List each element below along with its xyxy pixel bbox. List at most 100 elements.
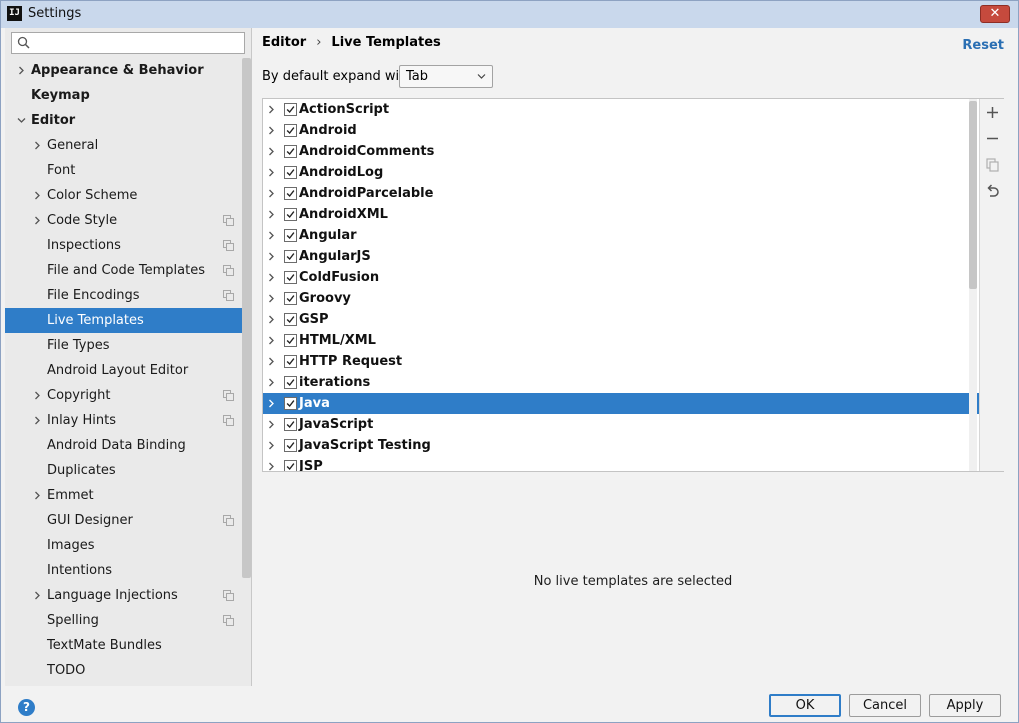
chevron-right-icon[interactable] — [267, 231, 276, 240]
template-group-checkbox[interactable] — [284, 145, 297, 158]
chevron-right-icon[interactable] — [267, 105, 276, 114]
chevron-right-icon[interactable] — [267, 357, 276, 366]
settings-search-input[interactable] — [11, 32, 245, 54]
ok-button[interactable]: OK — [769, 694, 841, 717]
template-group-row[interactable]: AndroidComments — [263, 141, 979, 162]
chevron-right-icon[interactable] — [267, 378, 276, 387]
add-icon[interactable] — [984, 104, 1001, 121]
templates-scrollbar[interactable] — [969, 101, 977, 289]
tree-item[interactable]: File Types — [5, 333, 251, 358]
template-group-checkbox[interactable] — [284, 208, 297, 221]
tree-item[interactable]: Live Templates — [5, 308, 251, 333]
tree-item[interactable]: TODO — [5, 658, 251, 683]
tree-item[interactable]: Inlay Hints — [5, 408, 251, 433]
template-group-row[interactable]: JavaScript Testing — [263, 435, 979, 456]
tree-item[interactable]: File and Code Templates — [5, 258, 251, 283]
template-group-checkbox[interactable] — [284, 397, 297, 410]
template-group-checkbox[interactable] — [284, 124, 297, 137]
template-group-checkbox[interactable] — [284, 334, 297, 347]
sidebar-scrollbar[interactable] — [242, 58, 251, 578]
tree-item[interactable]: Appearance & Behavior — [5, 58, 251, 83]
tree-item[interactable]: File Encodings — [5, 283, 251, 308]
template-group-row[interactable]: Android — [263, 120, 979, 141]
template-group-checkbox[interactable] — [284, 166, 297, 179]
tree-item[interactable]: GUI Designer — [5, 508, 251, 533]
chevron-right-icon[interactable] — [33, 416, 42, 425]
tree-item[interactable]: Font — [5, 158, 251, 183]
chevron-right-icon[interactable] — [33, 141, 42, 150]
tree-item[interactable]: Language Injections — [5, 583, 251, 608]
help-icon[interactable]: ? — [18, 699, 35, 716]
chevron-right-icon[interactable] — [267, 441, 276, 450]
tree-item[interactable]: Color Scheme — [5, 183, 251, 208]
template-group-row[interactable]: AndroidParcelable — [263, 183, 979, 204]
template-group-row[interactable]: GSP — [263, 309, 979, 330]
template-group-checkbox[interactable] — [284, 313, 297, 326]
template-group-checkbox[interactable] — [284, 439, 297, 452]
template-group-row[interactable]: Angular — [263, 225, 979, 246]
chevron-right-icon[interactable] — [33, 391, 42, 400]
remove-icon[interactable] — [984, 130, 1001, 147]
chevron-right-icon[interactable] — [33, 191, 42, 200]
chevron-down-icon[interactable] — [17, 116, 26, 125]
template-group-checkbox[interactable] — [284, 229, 297, 242]
template-group-row[interactable]: AngularJS — [263, 246, 979, 267]
tree-item[interactable]: Emmet — [5, 483, 251, 508]
tree-item[interactable]: Inspections — [5, 233, 251, 258]
template-group-checkbox[interactable] — [284, 103, 297, 116]
template-group-row[interactable]: ColdFusion — [263, 267, 979, 288]
cancel-button[interactable]: Cancel — [849, 694, 921, 717]
template-group-checkbox[interactable] — [284, 271, 297, 284]
template-group-row[interactable]: Groovy — [263, 288, 979, 309]
template-group-row[interactable]: HTTP Request — [263, 351, 979, 372]
chevron-right-icon[interactable] — [267, 168, 276, 177]
chevron-right-icon[interactable] — [267, 273, 276, 282]
tree-item[interactable]: Images — [5, 533, 251, 558]
copy-icon[interactable] — [984, 156, 1001, 173]
chevron-right-icon[interactable] — [267, 315, 276, 324]
template-group-row[interactable]: iterations — [263, 372, 979, 393]
tree-item[interactable]: General — [5, 133, 251, 158]
template-group-row[interactable]: ActionScript — [263, 99, 979, 120]
template-group-checkbox[interactable] — [284, 460, 297, 471]
expand-with-select[interactable]: Tab — [399, 65, 493, 88]
template-group-checkbox[interactable] — [284, 376, 297, 389]
chevron-right-icon[interactable] — [267, 189, 276, 198]
template-group-row[interactable]: JSP — [263, 456, 979, 471]
chevron-right-icon[interactable] — [267, 210, 276, 219]
tree-item[interactable]: Copyright — [5, 383, 251, 408]
chevron-right-icon[interactable] — [267, 252, 276, 261]
reset-link[interactable]: Reset — [962, 38, 1004, 53]
chevron-right-icon[interactable] — [267, 294, 276, 303]
chevron-right-icon[interactable] — [267, 147, 276, 156]
chevron-right-icon[interactable] — [33, 216, 42, 225]
template-group-checkbox[interactable] — [284, 250, 297, 263]
template-group-checkbox[interactable] — [284, 418, 297, 431]
template-group-checkbox[interactable] — [284, 187, 297, 200]
template-group-checkbox[interactable] — [284, 355, 297, 368]
chevron-right-icon[interactable] — [267, 126, 276, 135]
template-group-row[interactable]: AndroidXML — [263, 204, 979, 225]
chevron-right-icon[interactable] — [267, 462, 276, 471]
template-group-row[interactable]: AndroidLog — [263, 162, 979, 183]
tree-item[interactable]: Android Data Binding — [5, 433, 251, 458]
chevron-right-icon[interactable] — [17, 66, 26, 75]
template-group-row[interactable]: Java — [263, 393, 979, 414]
chevron-right-icon[interactable] — [267, 420, 276, 429]
chevron-right-icon[interactable] — [267, 336, 276, 345]
tree-item[interactable]: Spelling — [5, 608, 251, 633]
tree-item[interactable]: TextMate Bundles — [5, 633, 251, 658]
tree-item[interactable]: Duplicates — [5, 458, 251, 483]
template-group-row[interactable]: HTML/XML — [263, 330, 979, 351]
tree-item[interactable]: Keymap — [5, 83, 251, 108]
apply-button[interactable]: Apply — [929, 694, 1001, 717]
tree-item[interactable]: Code Style — [5, 208, 251, 233]
chevron-right-icon[interactable] — [33, 491, 42, 500]
tree-item[interactable]: Android Layout Editor — [5, 358, 251, 383]
title-bar[interactable]: IJ Settings ✕ — [1, 1, 1018, 28]
chevron-right-icon[interactable] — [33, 591, 42, 600]
chevron-right-icon[interactable] — [267, 399, 276, 408]
template-group-checkbox[interactable] — [284, 292, 297, 305]
template-group-row[interactable]: JavaScript — [263, 414, 979, 435]
close-window-button[interactable]: ✕ — [980, 5, 1010, 23]
